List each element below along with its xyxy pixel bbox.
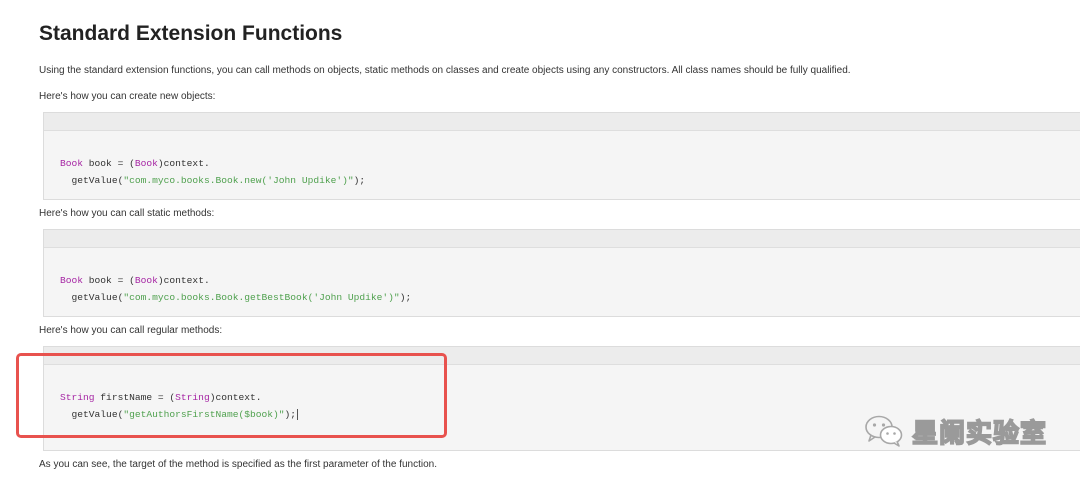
code-var: book = ( [83, 275, 135, 286]
code-type: Book [60, 275, 84, 286]
highlight-box [16, 353, 447, 438]
code-toolbar [44, 230, 1080, 248]
wechat-icon [865, 415, 903, 447]
code-block-create: Book book = (Book)context. getValue("com… [43, 112, 1080, 200]
code-string: "com.myco.books.Book.new('John Updike')" [123, 175, 354, 186]
code-text: Book book = (Book)context. getValue("com… [60, 272, 411, 306]
code-end: ); [353, 175, 366, 186]
section-caption-create: Here's how you can create new objects: [39, 91, 216, 102]
code-text: Book book = (Book)context. getValue("com… [60, 155, 365, 189]
code-cast: Book [134, 275, 158, 286]
watermark-text: 星阑实验室 [911, 418, 1048, 450]
code-block-static: Book book = (Book)context. getValue("com… [43, 229, 1080, 317]
intro-paragraph: Using the standard extension functions, … [39, 65, 851, 76]
code-cast: Book [134, 158, 158, 169]
code-rest: )context. [157, 275, 210, 286]
code-rest: )context. [157, 158, 210, 169]
code-call: getValue( [60, 292, 124, 303]
section-caption-regular: Here's how you can call regular methods: [39, 325, 223, 336]
section-caption-static: Here's how you can call static methods: [39, 208, 215, 219]
watermark: 星阑实验室 [864, 413, 1047, 449]
code-call: getValue( [60, 175, 124, 186]
code-string: "com.myco.books.Book.getBestBook('John U… [123, 292, 400, 303]
outro-paragraph: As you can see, the target of the method… [39, 459, 437, 470]
code-type: Book [60, 158, 84, 169]
code-toolbar [44, 113, 1080, 131]
document-page: Standard Extension Functions Using the s… [0, 0, 1080, 479]
page-title: Standard Extension Functions [39, 22, 343, 45]
code-end: ); [399, 292, 412, 303]
code-var: book = ( [83, 158, 135, 169]
